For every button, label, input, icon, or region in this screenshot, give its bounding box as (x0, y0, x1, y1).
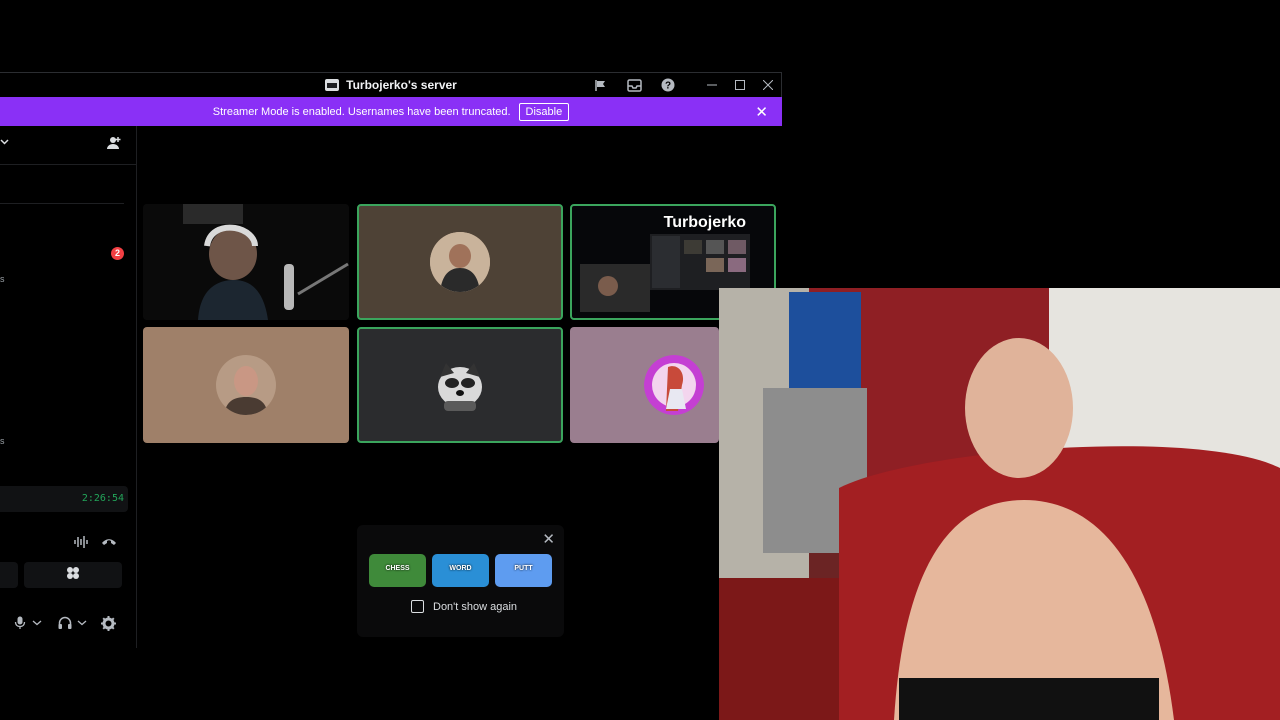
window-title: Turbojerko's server (346, 78, 457, 92)
activity-button[interactable] (24, 562, 122, 588)
help-icon[interactable]: ? (654, 73, 682, 97)
webcam-feed (719, 288, 1280, 720)
camera-button[interactable] (0, 562, 18, 588)
headphones-icon[interactable] (58, 616, 87, 629)
call-grid: Turbojerko ✕ CHESS WORD PUTT Don't show … (137, 126, 782, 648)
participant-avatar (216, 355, 276, 415)
channel-sidebar: 2 s s 2:26:54 (0, 126, 137, 648)
server-icon (325, 79, 340, 91)
microphone-icon[interactable] (14, 616, 42, 630)
game-thumbnail-chess[interactable]: CHESS (369, 554, 426, 587)
participant-tile-camera[interactable] (143, 204, 349, 320)
user-panel (0, 607, 136, 641)
gear-icon[interactable] (101, 616, 116, 631)
svg-text:?: ? (665, 81, 671, 92)
streamer-mode-banner: Streamer Mode is enabled. Usernames have… (0, 97, 782, 126)
sidebar-divider (0, 203, 124, 204)
flag-icon[interactable] (586, 73, 614, 97)
dont-show-again-row[interactable]: Don't show again (411, 600, 517, 613)
activities-popup: ✕ CHESS WORD PUTT Don't show again (357, 525, 564, 637)
dont-show-again-label: Don't show again (433, 600, 518, 613)
sidebar-truncated-mark: s (0, 274, 5, 284)
popup-close-icon[interactable]: ✕ (542, 530, 555, 548)
participant-avatar (430, 232, 490, 292)
game-thumbnail-putt[interactable]: PUTT (495, 554, 552, 587)
activity-icon (66, 566, 80, 585)
participant-tile-4[interactable] (143, 327, 349, 443)
participant-tile-5[interactable] (357, 327, 563, 443)
participant-avatar (430, 355, 490, 415)
camera-feed (143, 204, 349, 320)
banner-close-icon[interactable]: ✕ (755, 103, 768, 121)
webcam-overlay (719, 288, 1280, 720)
call-timer: 2:26:54 (0, 486, 128, 512)
participant-tile-2[interactable] (357, 204, 563, 320)
noise-suppression-icon[interactable] (73, 535, 89, 554)
maximize-icon[interactable] (726, 73, 754, 97)
disable-streamer-mode-button[interactable]: Disable (518, 102, 570, 121)
game-thumbnail-word[interactable]: WORD (432, 554, 489, 587)
minimize-icon[interactable] (698, 73, 726, 97)
chevron-down-icon[interactable] (0, 136, 9, 148)
mention-badge: 2 (111, 247, 124, 260)
title-bar-icons: ? (586, 73, 782, 97)
inbox-icon[interactable] (620, 73, 648, 97)
activity-games: CHESS WORD PUTT (369, 554, 552, 587)
voice-status-row (0, 531, 124, 557)
close-window-icon[interactable] (754, 73, 782, 97)
participant-avatar (644, 355, 704, 415)
sidebar-header[interactable] (0, 126, 136, 165)
disconnect-icon[interactable] (101, 535, 117, 554)
banner-message: Streamer Mode is enabled. Usernames have… (212, 105, 511, 118)
call-actions-row (0, 562, 124, 588)
participant-tile-6[interactable] (570, 327, 719, 443)
discord-window: Turbojerko's server ? Streamer Mode is e… (0, 72, 782, 648)
sidebar-truncated-mark: s (0, 436, 5, 446)
dont-show-again-checkbox[interactable] (411, 600, 424, 613)
invite-people-icon[interactable] (106, 136, 122, 155)
title-bar: Turbojerko's server ? (0, 73, 782, 97)
